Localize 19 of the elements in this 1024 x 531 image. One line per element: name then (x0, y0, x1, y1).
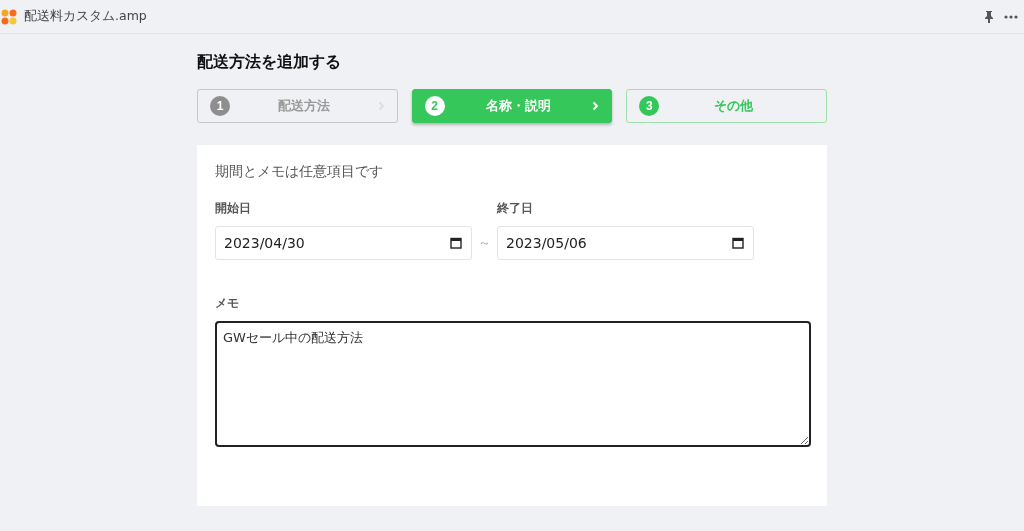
calendar-icon[interactable] (450, 237, 462, 249)
more-icon[interactable] (1004, 14, 1018, 19)
field-label: 終了日 (497, 201, 534, 216)
date-field[interactable]: 2023/04/30 (215, 226, 472, 260)
step-number: 2 (424, 96, 445, 116)
page-heading: 配送方法を追加する (197, 52, 342, 73)
window-title: 配送料カスタム.amp (24, 8, 148, 25)
pin-icon[interactable] (984, 10, 994, 23)
step-number: 3 (639, 96, 660, 116)
range-separator: ～ (478, 234, 491, 252)
step-number: 1 (210, 96, 230, 116)
app-logo-icon (0, 7, 18, 26)
field-label: メモ (215, 296, 240, 311)
date-field[interactable]: 2023/05/06 (497, 226, 754, 260)
calendar-icon[interactable] (732, 237, 744, 249)
field-label: 開始日 (215, 201, 252, 216)
form-note: 期間とメモは任意項目です (215, 163, 384, 181)
chevron-icon (592, 101, 600, 111)
memo-field[interactable]: GWセール中の配送方法 (215, 321, 811, 447)
